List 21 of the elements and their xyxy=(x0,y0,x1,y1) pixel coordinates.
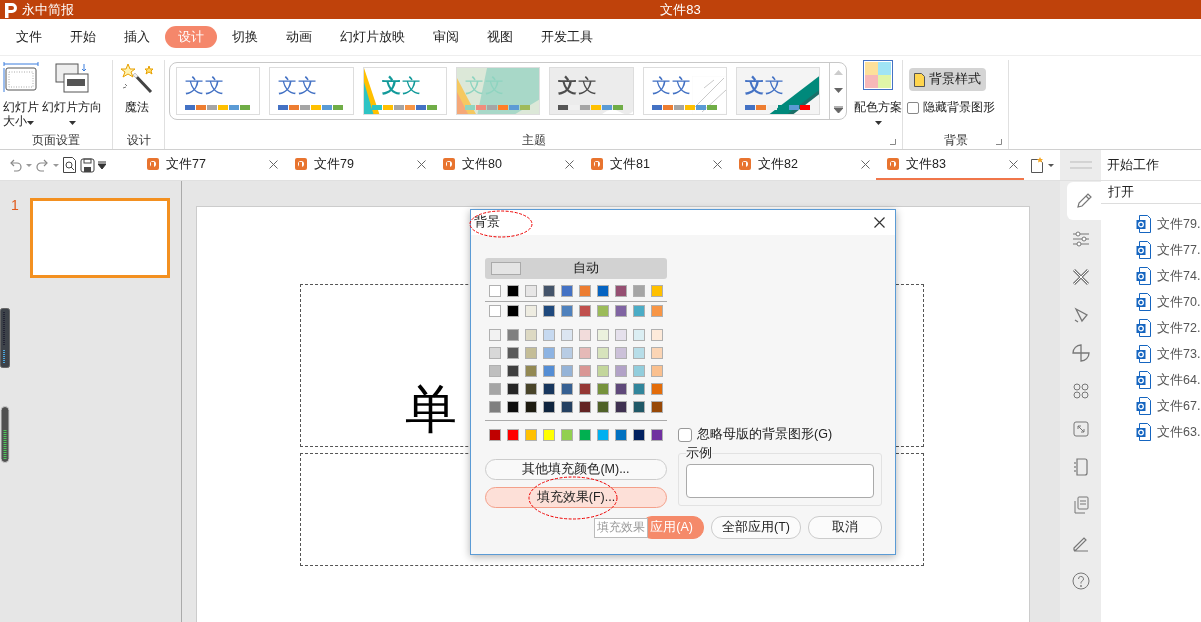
theme-sample-text: 文文 xyxy=(744,74,785,98)
dialog-title: 背景 xyxy=(474,214,500,231)
group-label: 示例 xyxy=(686,445,712,462)
app-name: 永中简报 xyxy=(22,0,74,19)
theme-sample-text: 文文 xyxy=(558,74,599,98)
group-label: 主题 xyxy=(521,131,546,149)
checkbox-label: 忽略母版的背景图形(G) xyxy=(697,426,833,443)
theme-sample-text: 文文 xyxy=(651,74,692,98)
tooltip: 填充效果 xyxy=(594,517,649,538)
window-title: 文件83 xyxy=(660,1,701,17)
checkbox-label: 隐藏背景图形 xyxy=(923,99,995,116)
slide-title: 单 xyxy=(405,380,457,440)
pane-title: 开始工作 xyxy=(1106,156,1159,174)
theme-sample-text: 文文 xyxy=(278,74,319,98)
theme-sample-text: 文文 xyxy=(185,74,225,98)
group-label: 设计 xyxy=(126,131,151,149)
section-title: 打开 xyxy=(1108,183,1134,201)
group-label: 背景 xyxy=(943,131,968,149)
group-label: 页面设置 xyxy=(32,131,80,149)
slide-number: 1 xyxy=(11,198,20,215)
theme-sample-text: 文文 xyxy=(381,74,422,98)
